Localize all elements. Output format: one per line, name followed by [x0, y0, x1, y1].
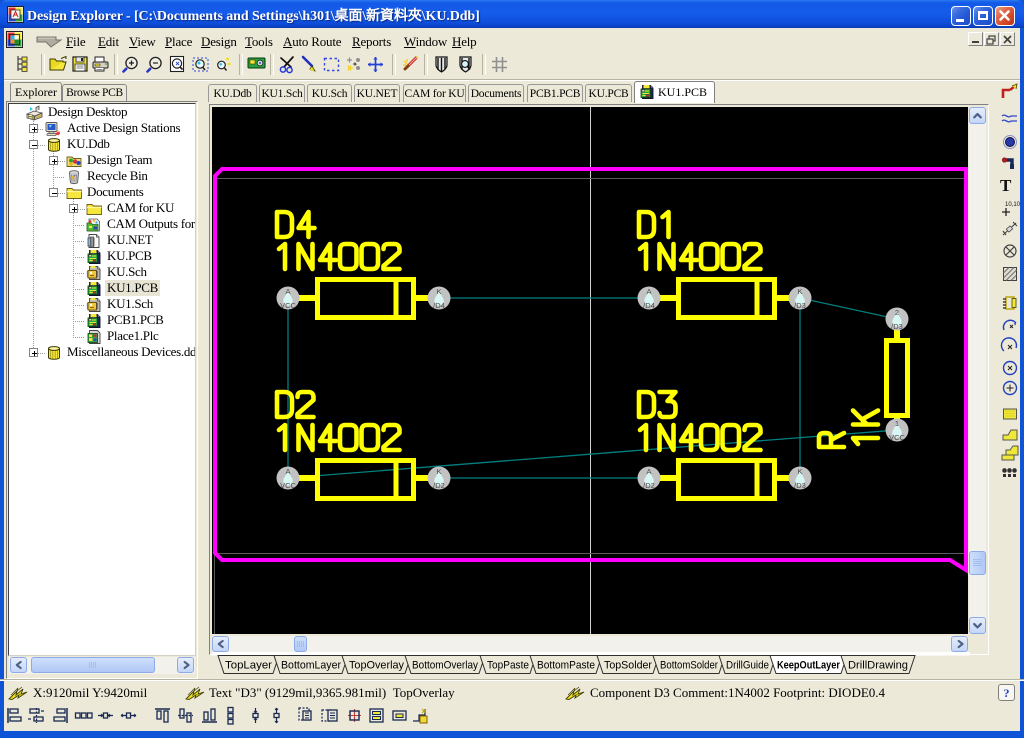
svg-text:TopPaste: TopPaste: [487, 660, 529, 672]
svg-text:A: A: [646, 287, 651, 296]
svg-text:1: 1: [895, 419, 899, 428]
svg-text:VCC: VCC: [889, 433, 905, 442]
svg-text:A: A: [646, 467, 651, 476]
svg-text:/D4: /D4: [433, 301, 445, 310]
svg-text:/D2: /D2: [433, 481, 445, 490]
svg-text:/D3: /D3: [794, 301, 806, 310]
svg-text:VCC: VCC: [280, 301, 296, 310]
svg-text:A: A: [285, 467, 290, 476]
svg-text:K: K: [797, 287, 802, 296]
svg-text:/D4: /D4: [643, 301, 655, 310]
svg-text:A: A: [285, 287, 290, 296]
svg-text:KeepOutLayer: KeepOutLayer: [777, 660, 841, 672]
svg-text:DrillGuide: DrillGuide: [726, 660, 769, 672]
svg-text:TopLayer: TopLayer: [225, 660, 272, 672]
svg-text:2: 2: [895, 308, 899, 317]
svg-text:/D2: /D2: [643, 481, 655, 490]
svg-text:BottomPaste: BottomPaste: [537, 660, 595, 672]
svg-text:TopOverlay: TopOverlay: [349, 660, 404, 672]
svg-text:K: K: [436, 467, 441, 476]
svg-text:DrillDrawing: DrillDrawing: [848, 660, 908, 672]
svg-text:/D3: /D3: [794, 481, 806, 490]
svg-text:K: K: [436, 287, 441, 296]
svg-text:VCC: VCC: [280, 481, 296, 490]
svg-text:BottomSolder: BottomSolder: [660, 660, 718, 672]
svg-text:TopSolder: TopSolder: [604, 660, 652, 672]
svg-text:/D3: /D3: [891, 322, 903, 331]
svg-text:BottomLayer: BottomLayer: [281, 660, 341, 672]
svg-text:K: K: [797, 467, 802, 476]
svg-text:BottomOverlay: BottomOverlay: [412, 660, 478, 672]
